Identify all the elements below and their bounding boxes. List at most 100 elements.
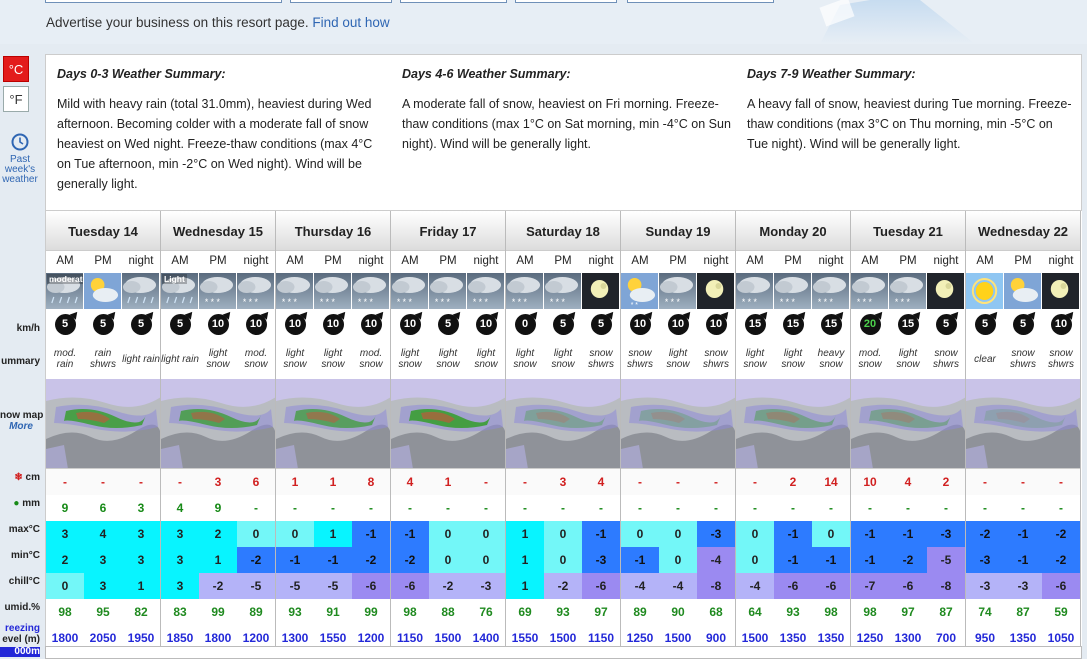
snow-cell: 8	[352, 469, 390, 495]
snow-cell: -	[621, 469, 659, 495]
period-header: AM PM night	[736, 251, 850, 273]
chill-cell: -6	[391, 573, 429, 599]
min-temp-cell: -3	[582, 547, 620, 573]
weather-icons-row: * * * * * *	[851, 273, 965, 309]
celsius-button[interactable]: °C	[3, 56, 29, 82]
snow-map[interactable]	[966, 379, 1080, 469]
period-label: night	[128, 255, 154, 267]
chill-cell: -6	[352, 573, 390, 599]
top-tab[interactable]	[400, 0, 507, 3]
period-label: PM	[324, 255, 342, 267]
snow-icon: * * *	[276, 273, 314, 309]
svg-text:* * *: * * *	[665, 297, 681, 307]
wind-arrow-icon: 5	[54, 313, 76, 335]
moon-icon	[582, 273, 620, 309]
wind-row: 10 10 10	[621, 309, 735, 339]
svg-text:* * *: * * *	[512, 297, 528, 307]
snow-map[interactable]	[736, 379, 850, 469]
chill-cell: -3	[1004, 573, 1042, 599]
snow-map[interactable]	[506, 379, 620, 469]
row-label-snow: ❄ cm	[14, 472, 40, 483]
snow-cell: 4	[582, 469, 620, 495]
min-temp-cell: -3	[966, 547, 1004, 573]
humidity-cell: 97	[889, 599, 927, 625]
rain-cell: -	[736, 495, 774, 521]
snow-icon: * * *	[851, 273, 889, 309]
weather-summary-cell: heavy snow	[817, 348, 845, 370]
weather-icons-row: * * * * * * * * *	[391, 273, 505, 309]
max-row: 0 -1 0	[736, 521, 850, 547]
find-out-how-link[interactable]: Find out how	[312, 15, 389, 30]
row-label-humid: umid.%	[4, 602, 40, 613]
weather-summary-cell: snow shwrs	[702, 348, 730, 370]
wind-row: 10 5 10	[391, 309, 505, 339]
chill-row: -4 -6 -6	[736, 573, 850, 599]
humidity-cell: 98	[851, 599, 889, 625]
fahrenheit-button[interactable]: °F	[3, 86, 29, 112]
weather-summary-cell: rain shwrs	[89, 348, 117, 370]
wind-row: 055	[506, 309, 620, 339]
rain-cell: -	[391, 495, 429, 521]
period-label: PM	[439, 255, 457, 267]
day-header: Sunday 19	[621, 211, 735, 251]
humidity-cell: 98	[46, 599, 84, 625]
summary-text: A heavy fall of snow, heaviest during Tu…	[747, 97, 1072, 151]
rain-row: ---	[851, 495, 965, 521]
rain-cell: -	[467, 495, 505, 521]
snow-map[interactable]	[276, 379, 390, 469]
past-weather-link[interactable]: Past week's weather	[0, 133, 40, 185]
humidity-cell: 76	[467, 599, 505, 625]
chill-cell: -8	[697, 573, 735, 599]
snow-icon: * * *	[889, 273, 927, 309]
min-temp-cell: 2	[46, 547, 84, 573]
chill-cell: -3	[467, 573, 505, 599]
wind-arrow-icon: 10	[207, 313, 229, 335]
more-link[interactable]: More	[9, 422, 33, 432]
weather-tag: Light	[162, 274, 187, 284]
min-row: 233	[46, 547, 160, 573]
rain-icon: moderate	[46, 273, 84, 309]
humidity-cell: 74	[966, 599, 1004, 625]
rain-cell: 3	[122, 495, 160, 521]
day-column: Tuesday 14 AM PM night moderate 5 5 5 mod. rain r…	[46, 211, 161, 651]
snow-map[interactable]	[621, 379, 735, 469]
top-tab[interactable]	[515, 0, 617, 3]
rain-cell: -	[314, 495, 352, 521]
snow-map[interactable]	[46, 379, 160, 469]
min-temp-cell: -1	[314, 547, 352, 573]
weather-summary-cell: clear	[974, 353, 996, 365]
snow-cell: -	[736, 469, 774, 495]
snow-map[interactable]	[391, 379, 505, 469]
min-row: -3 -1 -2	[966, 547, 1080, 573]
snow-icon: * * *	[774, 273, 812, 309]
wind-arrow-icon: 10	[284, 313, 306, 335]
chill-cell: -4	[659, 573, 697, 599]
min-temp-cell: 3	[122, 547, 160, 573]
snow-icon: * * *	[199, 273, 237, 309]
snow-cell: -	[697, 469, 735, 495]
weather-summary-cell: light snow	[206, 348, 230, 370]
max-temp-cell: -2	[1042, 521, 1080, 547]
snow-map[interactable]	[851, 379, 965, 469]
humidity-cell: 88	[429, 599, 467, 625]
period-label: AM	[746, 255, 764, 267]
max-temp-cell: 3	[46, 521, 84, 547]
svg-text:* * *: * * *	[243, 297, 259, 307]
rain-cell: -	[966, 495, 1004, 521]
top-tab[interactable]	[627, 0, 774, 3]
row-label-wind: km/h	[16, 323, 40, 334]
rain-cell: -	[429, 495, 467, 521]
wind-arrow-icon: 10	[667, 313, 689, 335]
humid-row: 93 91 99	[276, 599, 390, 625]
min-row: -1 -1 -2	[276, 547, 390, 573]
top-tab[interactable]	[45, 0, 282, 3]
top-tab[interactable]	[290, 0, 392, 3]
rain-row: 49-	[161, 495, 275, 521]
chill-cell: -5	[276, 573, 314, 599]
max-temp-cell: 3	[122, 521, 160, 547]
wind-arrow-icon: 5	[130, 313, 152, 335]
rain-row: ---	[621, 495, 735, 521]
snow-cell: -	[46, 469, 84, 495]
snow-map[interactable]	[161, 379, 275, 469]
max-temp-cell: 0	[467, 521, 505, 547]
